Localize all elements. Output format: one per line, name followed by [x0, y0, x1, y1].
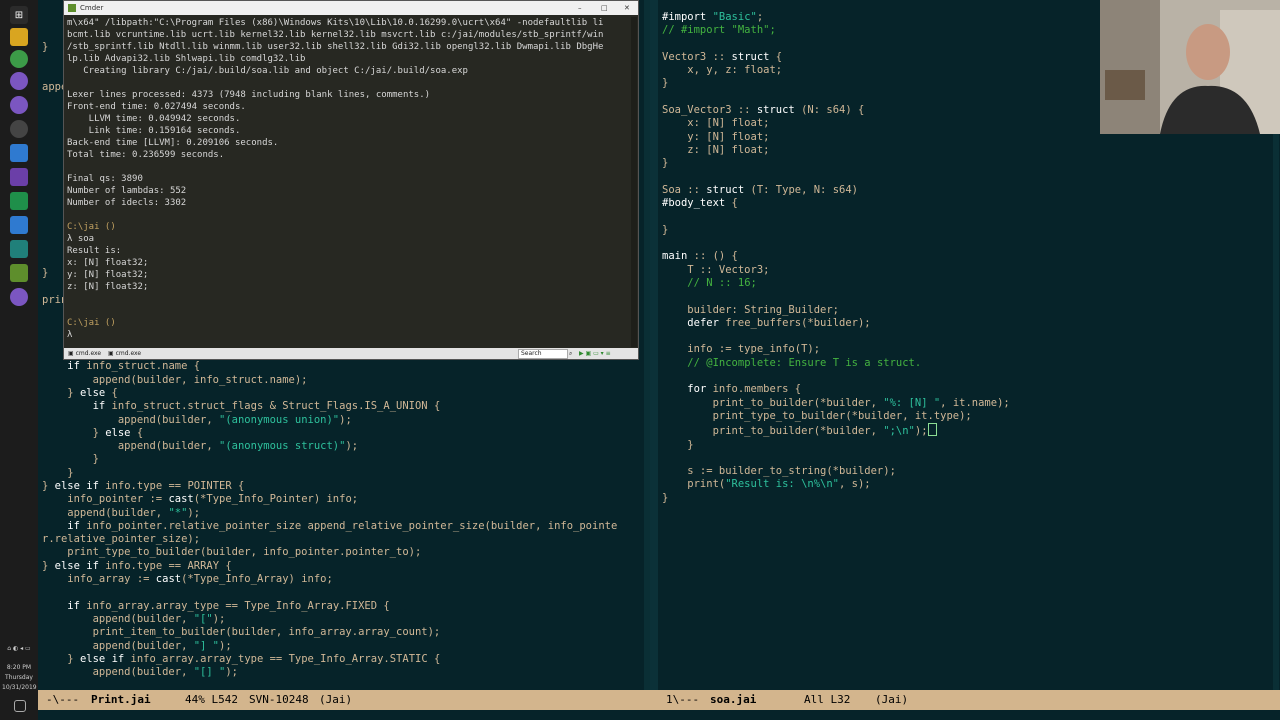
cmder-window[interactable]: Cmder – □ ✕ m\x64" /libpath:"C:\Program …: [63, 0, 639, 360]
app-icon-teal[interactable]: [10, 240, 28, 258]
system-tray-icons[interactable]: ⌂ ◐ ◂ ▭: [2, 645, 36, 653]
console-tab-1[interactable]: ▣ cmd.exe: [68, 348, 101, 359]
right-status: 1\---: [666, 693, 700, 706]
left-version-control[interactable]: SVN-10248: [249, 690, 309, 710]
webcam-overlay: [1100, 0, 1280, 134]
cmder-statusbar: ▣ cmd.exe ▣ cmd.exe Search ⌕ ▶ ▣ ▭ ▾ ≡: [64, 348, 638, 359]
left-position: 44% L542: [185, 693, 238, 706]
windows-start-icon[interactable]: ⊞: [10, 6, 28, 24]
left-buffer-name[interactable]: Print.jai: [91, 690, 151, 710]
cmder-titlebar[interactable]: Cmder – □ ✕: [64, 1, 638, 15]
minibuffer[interactable]: [38, 710, 1280, 720]
left-status: -\---: [46, 693, 80, 706]
left-major-mode[interactable]: (Jai): [319, 690, 352, 710]
file-explorer-icon[interactable]: [10, 28, 28, 46]
window-divider[interactable]: [650, 0, 658, 690]
clock-date: 10/31/2019: [2, 684, 37, 691]
right-buffer-name[interactable]: soa.jai: [710, 690, 756, 710]
cmder-title: Cmder: [80, 4, 104, 12]
settings-icon[interactable]: [10, 120, 28, 138]
console-tab-2[interactable]: ▣ cmd.exe: [108, 348, 141, 359]
app-icon-purple[interactable]: [10, 288, 28, 306]
windows-taskbar: ⊞ ⌂ ◐ ◂ ▭ 8:20 PM Thursday 10/31/2019: [0, 0, 39, 720]
app-icon[interactable]: [10, 144, 28, 162]
emacs-taskbar-icon[interactable]: [10, 96, 28, 114]
console-toolbar-icons[interactable]: ▶ ▣ ▭ ▾ ≡: [579, 348, 611, 359]
notification-icon[interactable]: [14, 700, 26, 712]
minimize-button[interactable]: –: [578, 1, 582, 15]
visual-studio-icon[interactable]: [10, 168, 28, 186]
text-cursor: [927, 423, 937, 437]
right-code-buffer[interactable]: #import "Basic"; // #import "Math"; Vect…: [662, 11, 1010, 505]
emacs-icon[interactable]: [10, 72, 28, 90]
clock-day: Thursday: [5, 674, 33, 681]
modeline: -\--- Print.jai 44% L542 SVN-10248 (Jai)…: [38, 690, 1280, 710]
right-position: All L32: [804, 693, 851, 706]
maximize-button[interactable]: □: [601, 1, 608, 15]
cmder-app-icon: [68, 4, 76, 12]
console-output[interactable]: m\x64" /libpath:"C:\Program Files (x86)\…: [67, 17, 629, 347]
close-button[interactable]: ✕: [624, 1, 630, 15]
right-major-mode[interactable]: (Jai): [875, 690, 908, 710]
app-icon-green[interactable]: [10, 192, 28, 210]
search-icon[interactable]: ⌕: [569, 348, 572, 359]
console-scrollbar[interactable]: [631, 17, 637, 347]
cmder-icon[interactable]: [10, 264, 28, 282]
search-field[interactable]: Search: [518, 349, 568, 359]
webcam-image: [1100, 0, 1280, 134]
clock-time[interactable]: 8:20 PM: [2, 664, 36, 672]
chrome-icon[interactable]: [10, 50, 28, 68]
app-icon-blue[interactable]: [10, 216, 28, 234]
